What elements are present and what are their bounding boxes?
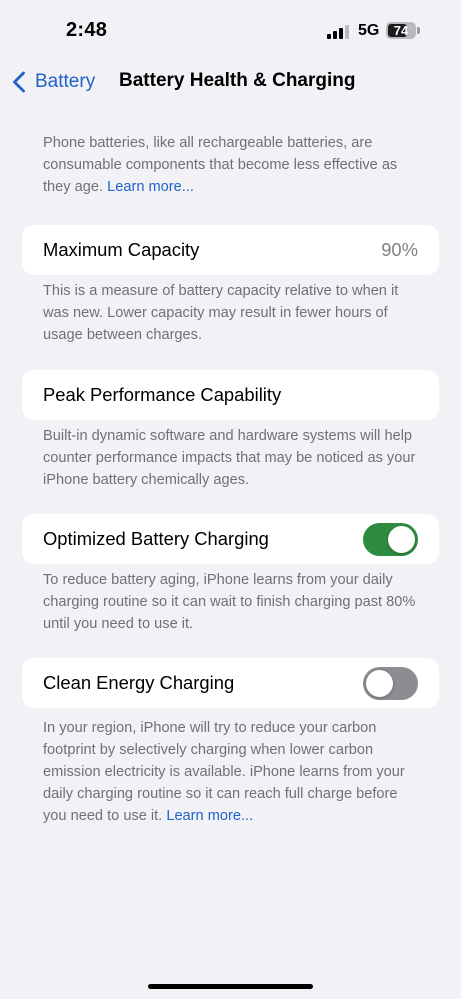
battery-icon: 74 [386,22,420,39]
peak-performance-description: Built-in dynamic software and hardware s… [43,428,416,488]
maximum-capacity-label: Maximum Capacity [43,239,200,260]
clean-energy-learn-more-link[interactable]: Learn more... [166,808,253,824]
toggle-knob [388,526,415,553]
navigation-bar: Battery Battery Health & Charging [0,62,461,102]
status-bar: 2:48 5G 74 [0,0,461,62]
back-button[interactable]: Battery [12,68,95,96]
maximum-capacity-description: This is a measure of battery capacity re… [43,283,399,343]
home-indicator[interactable] [148,984,313,989]
intro-text: Phone batteries, like all rechargeable b… [43,132,423,198]
optimized-charging-toggle[interactable] [363,523,418,556]
clean-energy-toggle[interactable] [363,667,418,700]
peak-performance-label: Peak Performance Capability [43,384,282,405]
intro-learn-more-link[interactable]: Learn more... [107,179,194,195]
back-label: Battery [35,71,96,92]
network-type: 5G [358,22,380,39]
cellular-signal-icon [327,25,349,39]
optimized-charging-description: To reduce battery aging, iPhone learns f… [43,572,416,632]
peak-performance-row[interactable]: Peak Performance Capability [22,370,439,420]
optimized-charging-label: Optimized Battery Charging [43,528,269,549]
maximum-capacity-row: Maximum Capacity 90% [22,225,439,275]
page-title: Battery Health & Charging [119,70,356,91]
chevron-left-icon [13,71,25,93]
status-time: 2:48 [66,19,108,41]
clean-energy-row: Clean Energy Charging [22,658,439,708]
clean-energy-text: In your region, iPhone will try to reduc… [43,717,423,827]
toggle-knob [366,670,393,697]
battery-health-screen: 2:48 5G 74 Battery Battery Health & Char… [0,0,461,999]
clean-energy-label: Clean Energy Charging [43,672,235,693]
intro-description: Phone batteries, like all rechargeable b… [43,135,398,195]
optimized-charging-row: Optimized Battery Charging [22,514,439,564]
battery-percent: 74 [393,23,409,38]
maximum-capacity-value: 90% [381,239,418,260]
